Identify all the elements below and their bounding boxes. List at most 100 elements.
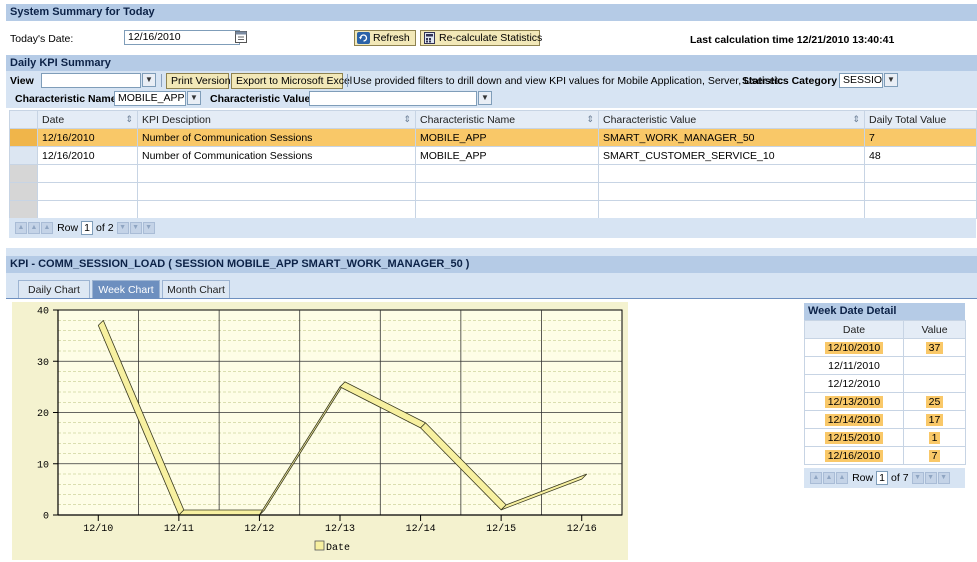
separator [347, 74, 348, 87]
cell-daily-total: 48 [864, 146, 977, 165]
cell-char-name: MOBILE_APP [415, 128, 599, 147]
x-tick-label: 12/15 [486, 523, 516, 535]
cell-char-name: MOBILE_APP [415, 146, 599, 165]
week-row[interactable]: 12/12/2010 [804, 374, 966, 393]
refresh-icon [357, 32, 370, 44]
table-row[interactable]: 12/16/2010 Number of Communication Sessi… [9, 146, 977, 165]
week-row-value: 7 [928, 449, 941, 462]
week-row[interactable]: 12/16/2010 7 [804, 446, 966, 465]
x-tick-label: 12/10 [83, 523, 113, 535]
row-selector[interactable] [9, 146, 38, 165]
x-tick-label: 12/14 [406, 523, 436, 535]
next-row-icon[interactable]: ▼ [116, 222, 129, 235]
week-row-value: 25 [925, 395, 944, 408]
refresh-label: Refresh [373, 32, 410, 44]
row-selector [9, 182, 38, 201]
week-detail-pager: ▲ ▲ ▲ Row 1 of 7 ▼ ▼ ▼ [804, 468, 965, 488]
prev-row-icon[interactable]: ▲ [836, 472, 848, 485]
daily-kpi-summary-title: Daily KPI Summary [10, 57, 111, 69]
first-page-icon[interactable]: ▲ [810, 472, 822, 485]
last-calculation-time: Last calculation time 12/21/2010 13:40:4… [690, 34, 895, 46]
column-header-date[interactable]: Date ⇕ [37, 110, 138, 129]
week-row-value [903, 374, 966, 393]
sort-icon[interactable]: ⇕ [586, 114, 594, 125]
pager-row-input[interactable]: 1 [81, 221, 93, 236]
characteristic-name-dropdown-icon[interactable]: ▼ [187, 91, 201, 105]
legend-label: Date [326, 543, 350, 554]
next-row-icon[interactable]: ▼ [911, 472, 924, 485]
statistics-category-select[interactable]: SESSION [839, 73, 883, 88]
week-row-date: 12/12/2010 [827, 377, 881, 390]
cell-kpi: Number of Communication Sessions [137, 128, 416, 147]
prev-page-icon[interactable]: ▲ [28, 222, 40, 235]
characteristic-value-select[interactable] [309, 91, 477, 106]
week-row[interactable]: 12/13/2010 25 [804, 392, 966, 411]
characteristic-value-label: Characteristic Value [210, 93, 311, 105]
tab-week-chart[interactable]: Week Chart [92, 280, 160, 298]
column-header-kpi[interactable]: KPI Desciption ⇕ [137, 110, 416, 129]
last-page-icon[interactable]: ▼ [142, 222, 155, 235]
column-header-daily-total[interactable]: Daily Total Value [864, 110, 977, 129]
table-pager: ▲ ▲ ▲ Row 1 of 2 ▼ ▼ ▼ [9, 218, 976, 238]
first-page-icon[interactable]: ▲ [15, 222, 27, 235]
cell-date: 12/16/2010 [37, 146, 138, 165]
sort-icon[interactable]: ⇕ [852, 114, 860, 125]
week-row-date: 12/11/2010 [828, 359, 880, 372]
kpi-chart-title: KPI - COMM_SESSION_LOAD ( SESSION MOBILE… [10, 258, 470, 270]
toolbar-row: Today's Date: 12/16/2010 Refresh Re-calc… [6, 30, 977, 50]
week-detail-header: Week Date Detail [804, 303, 965, 320]
view-dropdown-icon[interactable]: ▼ [142, 73, 156, 87]
recalculate-statistics-button[interactable]: Re-calculate Statistics [420, 30, 542, 46]
week-row[interactable]: 12/10/2010 37 [804, 338, 966, 357]
pager-row-input[interactable]: 1 [876, 471, 888, 486]
tab-daily-chart[interactable]: Daily Chart [18, 280, 90, 298]
kpi-chart-header: KPI - COMM_SESSION_LOAD ( SESSION MOBILE… [6, 256, 977, 273]
week-detail-table: Date Value 12/10/2010 37 12/11/2010 12/12… [804, 320, 966, 465]
next-page-icon[interactable]: ▼ [924, 472, 937, 485]
last-page-icon[interactable]: ▼ [937, 472, 950, 485]
select-all-cell[interactable] [9, 110, 38, 129]
series-segment [178, 509, 265, 516]
prev-row-icon[interactable]: ▲ [41, 222, 53, 235]
y-tick-label: 20 [37, 409, 49, 420]
column-header-char-name[interactable]: Characteristic Name ⇕ [415, 110, 599, 129]
column-header-value[interactable]: Value [903, 320, 966, 339]
column-header-char-value[interactable]: Characteristic Value ⇕ [598, 110, 865, 129]
row-selector[interactable] [9, 128, 38, 147]
separator [161, 74, 162, 87]
calendar-icon[interactable] [235, 31, 247, 43]
tab-month-chart[interactable]: Month Chart [162, 280, 230, 298]
y-tick-label: 10 [37, 460, 49, 471]
empty-row [9, 164, 977, 183]
week-row-value: 37 [925, 341, 944, 354]
cell-kpi: Number of Communication Sessions [137, 146, 416, 165]
refresh-button[interactable]: Refresh [354, 30, 416, 46]
week-row-date: 12/14/2010 [824, 413, 884, 426]
prev-page-icon[interactable]: ▲ [823, 472, 835, 485]
column-header-date[interactable]: Date [804, 320, 904, 339]
calculator-icon [424, 32, 435, 44]
week-row[interactable]: 12/15/2010 1 [804, 428, 966, 447]
x-tick-label: 12/12 [244, 523, 274, 535]
week-detail-header-row: Date Value [804, 320, 966, 339]
week-row[interactable]: 12/14/2010 17 [804, 410, 966, 429]
row-selector [9, 200, 38, 219]
sort-icon[interactable]: ⇕ [125, 114, 133, 125]
kpi-table-header: Date ⇕ KPI Desciption ⇕ Characteristic Nam… [9, 110, 977, 129]
x-tick-label: 12/11 [164, 523, 194, 535]
next-page-icon[interactable]: ▼ [129, 222, 142, 235]
todays-date-field[interactable]: 12/16/2010 [124, 30, 240, 45]
characteristic-value-dropdown-icon[interactable]: ▼ [478, 91, 492, 105]
view-select[interactable] [41, 73, 141, 88]
sort-icon[interactable]: ⇕ [403, 114, 411, 125]
pager-of-label: of 2 [96, 222, 114, 235]
table-row[interactable]: 12/16/2010 Number of Communication Sessi… [9, 128, 977, 147]
characteristic-name-select[interactable]: MOBILE_APP [114, 91, 186, 106]
y-tick-label: 30 [37, 358, 49, 369]
statistics-category-dropdown-icon[interactable]: ▼ [884, 73, 898, 87]
cell-char-value: SMART_CUSTOMER_SERVICE_10 [598, 146, 865, 165]
export-excel-button[interactable]: Export to Microsoft Excel [231, 73, 352, 89]
empty-row [9, 182, 977, 201]
print-version-button[interactable]: Print Version [166, 73, 231, 89]
week-row[interactable]: 12/11/2010 [804, 356, 966, 375]
